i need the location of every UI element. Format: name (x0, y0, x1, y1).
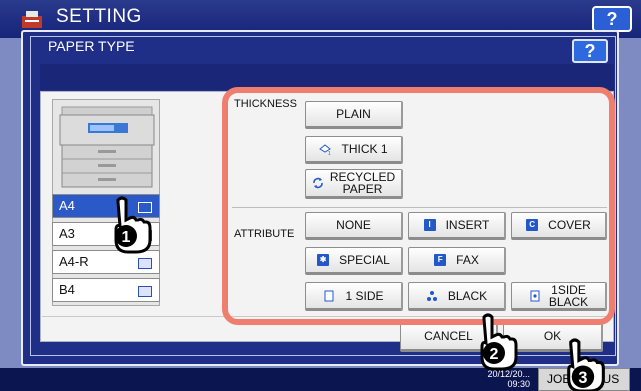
callout-number: 3 (578, 369, 587, 387)
hand-pointer-icon-1: 1 (114, 196, 152, 254)
tray-label: A4-R (59, 254, 89, 269)
copier-illustration-icon (59, 106, 155, 188)
hand-pointer-icon-2: 2 (480, 313, 518, 371)
tray-label: A3 (59, 226, 75, 241)
button-label: CANCEL (424, 329, 473, 343)
tray-label: A4 (59, 198, 75, 213)
highlight-frame (222, 87, 615, 325)
callout-number: 1 (122, 229, 131, 246)
button-label: OK (543, 329, 562, 343)
tray-paper-icon (138, 258, 152, 269)
clock: 20/12/20... 09:30 (470, 369, 530, 389)
setting-title: SETTING (56, 6, 142, 27)
tray-b4[interactable]: B4 (52, 278, 160, 302)
setting-help-button[interactable]: ? (592, 6, 632, 32)
callout-number: 2 (490, 346, 499, 363)
tray-paper-icon (138, 286, 152, 297)
tray-label: B4 (59, 282, 75, 297)
setting-icon (22, 11, 42, 28)
clock-time: 09:30 (507, 379, 530, 389)
dialog-title: PAPER TYPE (48, 38, 135, 54)
dialog-help-button[interactable]: ? (572, 39, 608, 63)
hand-pointer-icon-3: 3 (567, 338, 605, 391)
